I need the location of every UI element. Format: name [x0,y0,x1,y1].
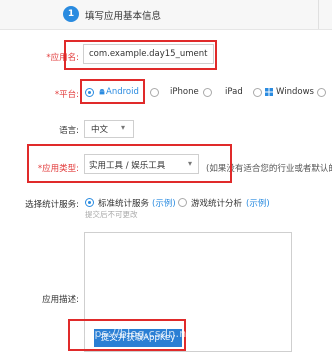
step-title: 填写应用基本信息 [85,11,162,22]
stats-option-game: 游戏统计分析 [191,199,243,209]
stats-service-label: 选择统计服务: [25,200,79,210]
platform-radio-iphone[interactable] [150,88,159,97]
stats-example-link-standard[interactable]: (示例) [152,197,176,209]
platform-option-windows: Windows [276,87,314,97]
stats-note: 提交后不可更改 [85,210,138,219]
header-divider [318,0,319,29]
highlight-app-name [64,40,217,70]
platform-radio-android[interactable] [85,88,94,97]
step-header [0,0,332,30]
windows-icon [265,88,273,96]
stats-option-standard: 标准统计服务 [98,199,150,209]
description-label: 应用描述: [42,295,79,305]
platform-option-android: Android [106,87,139,97]
stats-radio-game[interactable] [178,198,187,207]
platform-option-iphone: iPhone [170,87,199,97]
platform-radio-more[interactable] [317,88,326,97]
android-icon [99,88,105,95]
platform-label: *平台: [54,90,79,100]
platform-radio-windows[interactable] [253,88,262,97]
stats-example-link-game[interactable]: (示例) [246,197,270,209]
highlight-category [27,144,232,183]
language-value: 中文 [91,125,109,135]
stats-radio-standard[interactable] [85,198,94,207]
chevron-down-icon: ▾ [121,123,126,132]
language-label: 语言: [59,126,79,136]
step-number-badge: 1 [63,6,79,22]
platform-option-ipad: iPad [225,87,243,97]
platform-radio-ipad[interactable] [203,88,212,97]
watermark: https://blog.csdn.net/qq_34178710 [78,327,282,340]
